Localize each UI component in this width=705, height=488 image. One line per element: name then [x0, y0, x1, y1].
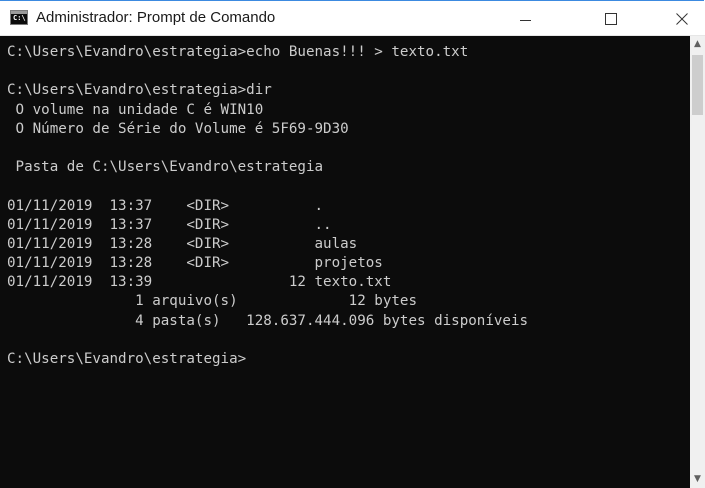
- title-bar[interactable]: C:\ Administrador: Prompt de Comando: [0, 1, 705, 36]
- vertical-scrollbar[interactable]: ▲ ▼: [690, 36, 705, 488]
- console-line: 01/11/2019 13:28 <DIR> projetos: [7, 255, 383, 272]
- console-output[interactable]: C:\Users\Evandro\estrategia>echo Buenas!…: [0, 36, 690, 488]
- console-line: O Número de Série do Volume é 5F69-9D30: [7, 120, 349, 137]
- window-title: Administrador: Prompt de Comando: [36, 9, 276, 26]
- console-line: O volume na unidade C é WIN10: [7, 101, 264, 118]
- console-line: 01/11/2019 13:37 <DIR> .: [7, 197, 324, 214]
- console-line: 01/11/2019 13:37 <DIR> ..: [7, 216, 332, 233]
- scroll-up-arrow-icon[interactable]: ▲: [690, 36, 705, 53]
- command-prompt-window: C:\ Administrador: Prompt de Comando C:\…: [0, 0, 705, 488]
- console-line: Pasta de C:\Users\Evandro\estrategia: [7, 159, 324, 176]
- maximize-icon: [605, 13, 617, 25]
- scrollbar-thumb[interactable]: [692, 55, 703, 115]
- minimize-button[interactable]: [497, 1, 543, 35]
- minimize-icon: [520, 20, 531, 21]
- maximize-button[interactable]: [589, 1, 635, 35]
- console-line: C:\Users\Evandro\estrategia>echo Buenas!…: [7, 44, 469, 60]
- console-prompt-line: C:\Users\Evandro\estrategia>: [7, 351, 247, 367]
- cmd-icon[interactable]: C:\: [10, 10, 28, 25]
- console-line: 01/11/2019 13:28 <DIR> aulas: [7, 235, 358, 252]
- scroll-down-arrow-icon[interactable]: ▼: [690, 471, 705, 488]
- console-line: 1 arquivo(s) 12 bytes: [7, 293, 417, 310]
- cmd-icon-glyph: C:\: [13, 14, 26, 22]
- close-icon: [676, 13, 688, 25]
- close-button[interactable]: [659, 1, 705, 35]
- console-line: 01/11/2019 13:39 12 texto.txt: [7, 274, 392, 291]
- console-line: C:\Users\Evandro\estrategia>dir: [7, 82, 272, 99]
- console-text: C:\Users\Evandro\estrategia>echo Buenas!…: [7, 43, 528, 369]
- console-line: 4 pasta(s) 128.637.444.096 bytes disponí…: [7, 312, 529, 329]
